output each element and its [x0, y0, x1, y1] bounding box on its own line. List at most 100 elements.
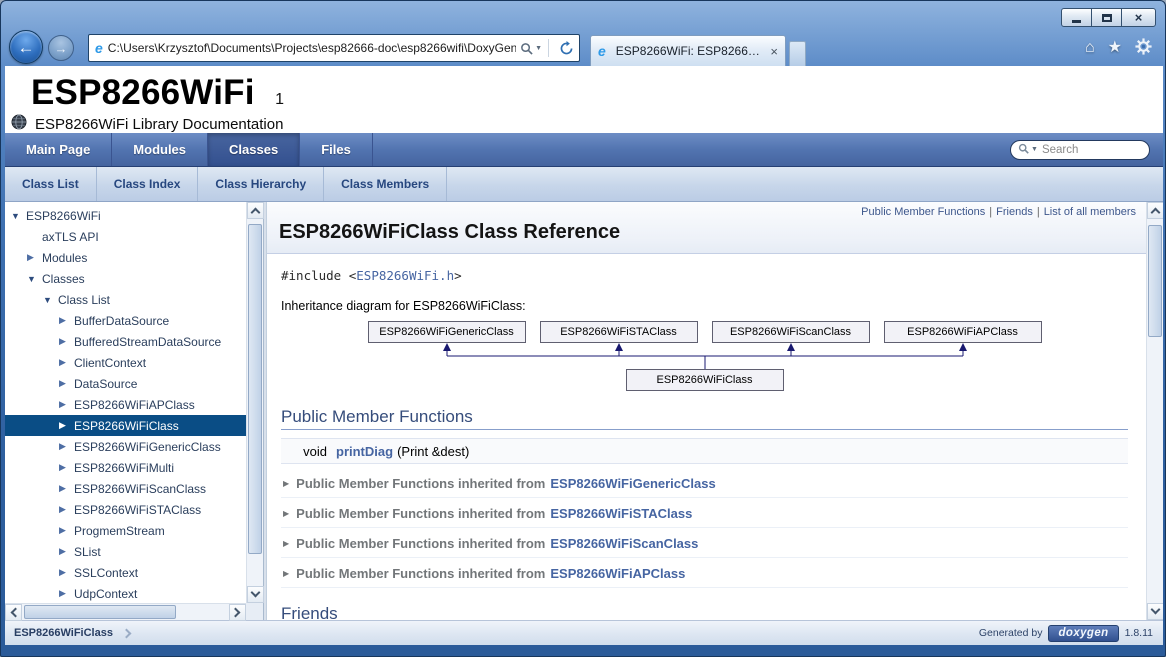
tree-item-modules[interactable]: ▶Modules [5, 247, 246, 268]
tree-item-slist[interactable]: ▶SList [5, 541, 246, 562]
tree-item-classes[interactable]: ▼Classes [5, 268, 246, 289]
tree-expand-icon[interactable]: ▶ [59, 378, 73, 389]
browser-tab[interactable]: e ESP8266WiFi: ESP8266WiFi... × [590, 35, 786, 66]
tree-item-progmemstream[interactable]: ▶ProgmemStream [5, 520, 246, 541]
tree-expand-icon[interactable]: ▶ [59, 420, 73, 431]
tree-collapse-icon[interactable]: ▼ [27, 274, 41, 284]
tab-classes[interactable]: Classes [208, 133, 300, 166]
close-button[interactable]: × [1121, 8, 1156, 27]
tree-expand-icon[interactable]: ▶ [59, 336, 73, 347]
breadcrumb-item[interactable]: ESP8266WiFiClass [14, 627, 113, 639]
tree-item-esp8266wifigenericclass[interactable]: ▶ESP8266WiFiGenericClass [5, 436, 246, 457]
include-prefix: #include < [281, 268, 356, 283]
tree-expand-icon[interactable]: ▶ [59, 357, 73, 368]
tree-expand-icon[interactable]: ▶ [59, 441, 73, 452]
summary-link-all-members[interactable]: List of all members [1044, 206, 1136, 218]
favorites-star-icon[interactable]: ★ [1108, 40, 1122, 56]
tree-expand-icon[interactable]: ▶ [59, 504, 73, 515]
tree-item-esp8266wifiapclass[interactable]: ▶ESP8266WiFiAPClass [5, 394, 246, 415]
chevron-down-icon [251, 588, 261, 598]
inherited-class-link[interactable]: ESP8266WiFiAPClass [550, 566, 685, 581]
refresh-icon[interactable] [559, 41, 574, 56]
member-name-link[interactable]: printDiag [336, 444, 393, 459]
scroll-thumb[interactable] [1148, 225, 1162, 337]
tree-expand-icon[interactable]: ▶ [27, 252, 41, 263]
tree-expand-icon[interactable]: ▶ [59, 588, 73, 599]
tab-class-index[interactable]: Class Index [97, 167, 199, 201]
tree-item-esp8266wifistaclass[interactable]: ▶ESP8266WiFiSTAClass [5, 499, 246, 520]
tree-item-esp8266wifiscanclass[interactable]: ▶ESP8266WiFiScanClass [5, 478, 246, 499]
tree-expand-icon[interactable]: ▶ [59, 462, 73, 473]
tree-item-label: BufferDataSource [74, 314, 169, 328]
search-icon[interactable] [1018, 141, 1029, 159]
scroll-thumb[interactable] [24, 605, 176, 619]
tree-expand-icon[interactable]: ▶ [59, 399, 73, 410]
tree-item-udpcontext[interactable]: ▶UdpContext [5, 583, 246, 603]
minimize-button[interactable] [1061, 8, 1092, 27]
inherited-header-row[interactable]: ▶ Public Member Functions inherited from… [281, 498, 1128, 528]
tree-expand-icon[interactable]: ▶ [59, 546, 73, 557]
summary-link-friends[interactable]: Friends [996, 206, 1033, 218]
tree-item-clientcontext[interactable]: ▶ClientContext [5, 352, 246, 373]
tree-item-bufferedstreamdatasource[interactable]: ▶BufferedStreamDataSource [5, 331, 246, 352]
scroll-left-button[interactable] [5, 604, 22, 621]
include-file-link[interactable]: ESP8266WiFi.h [356, 268, 454, 283]
tab-main-page[interactable]: Main Page [5, 133, 112, 166]
tree-expand-icon[interactable]: ▶ [59, 315, 73, 326]
scroll-thumb[interactable] [248, 224, 262, 554]
expand-arrow-icon: ▶ [283, 509, 289, 518]
back-button[interactable]: ← [9, 30, 43, 64]
tree-item-sslcontext[interactable]: ▶SSLContext [5, 562, 246, 583]
tree-item-esp8266wificlass-selected[interactable]: ▶ESP8266WiFiClass [5, 415, 246, 436]
tree-collapse-icon[interactable]: ▼ [43, 295, 57, 305]
forward-button[interactable]: → [48, 35, 74, 61]
inherited-class-link[interactable]: ESP8266WiFiScanClass [550, 536, 698, 551]
tab-close-icon[interactable]: × [770, 45, 778, 58]
tree-expand-icon[interactable]: ▶ [59, 567, 73, 578]
search-dropdown-icon[interactable]: ▼ [1031, 146, 1038, 153]
tree-expand-icon[interactable]: ▶ [59, 525, 73, 536]
scroll-up-button[interactable] [247, 202, 264, 219]
tab-modules[interactable]: Modules [112, 133, 208, 166]
project-brief: ESP8266WiFi Library Documentation [35, 116, 283, 133]
doxygen-logo[interactable]: doxygen [1048, 625, 1118, 642]
inherited-header-row[interactable]: ▶ Public Member Functions inherited from… [281, 468, 1128, 498]
search-magnifier-icon[interactable] [520, 42, 533, 55]
inherited-class-link[interactable]: ESP8266WiFiGenericClass [550, 476, 715, 491]
inherited-header-row[interactable]: ▶ Public Member Functions inherited from… [281, 528, 1128, 558]
member-summary-links: Public Member Functions|Friends|List of … [279, 206, 1136, 218]
tab-files[interactable]: Files [300, 133, 373, 166]
gear-icon[interactable] [1135, 38, 1152, 59]
tree-item-bufferdatasource[interactable]: ▶BufferDataSource [5, 310, 246, 331]
tab-class-hierarchy[interactable]: Class Hierarchy [198, 167, 324, 201]
diagram-node-esp8266wifigenericclass[interactable]: ESP8266WiFiGenericClass [368, 321, 526, 343]
url-input[interactable] [108, 41, 516, 55]
search-input[interactable] [1042, 144, 1142, 156]
inherited-class-link[interactable]: ESP8266WiFiSTAClass [550, 506, 692, 521]
tree-item-esp8266wifimulti[interactable]: ▶ESP8266WiFiMulti [5, 457, 246, 478]
tree-collapse-icon[interactable]: ▼ [11, 211, 25, 221]
scroll-down-button[interactable] [1147, 603, 1163, 620]
tree-expand-icon[interactable]: ▶ [59, 483, 73, 494]
scroll-down-button[interactable] [247, 586, 264, 603]
new-tab-button[interactable] [789, 41, 806, 66]
scroll-up-button[interactable] [1147, 202, 1163, 219]
tree-item-esp8266wifi[interactable]: ▼ESP8266WiFi [5, 205, 246, 226]
home-icon[interactable]: ⌂ [1085, 40, 1095, 56]
diagram-node-esp8266wifistaclass[interactable]: ESP8266WiFiSTAClass [540, 321, 698, 343]
tree-item-axtls-api[interactable]: axTLS API [5, 226, 246, 247]
tree-item-class-list[interactable]: ▼Class List [5, 289, 246, 310]
address-dropdown-icon[interactable]: ▼ [535, 45, 542, 52]
doxygen-search-box[interactable]: ▼ [1010, 140, 1150, 160]
tree-item-label: ProgmemStream [74, 524, 165, 538]
tree-item-datasource[interactable]: ▶DataSource [5, 373, 246, 394]
maximize-button[interactable] [1091, 8, 1122, 27]
inherited-header-row[interactable]: ▶ Public Member Functions inherited from… [281, 558, 1128, 588]
tab-class-members[interactable]: Class Members [324, 167, 447, 201]
scroll-right-button[interactable] [229, 604, 246, 621]
diagram-node-esp8266wifiscanclass[interactable]: ESP8266WiFiScanClass [712, 321, 870, 343]
tab-class-list[interactable]: Class List [5, 167, 97, 201]
summary-link-public-member-functions[interactable]: Public Member Functions [861, 206, 985, 218]
address-bar[interactable]: e ▼ [88, 34, 580, 62]
diagram-node-esp8266wifiapclass[interactable]: ESP8266WiFiAPClass [884, 321, 1042, 343]
